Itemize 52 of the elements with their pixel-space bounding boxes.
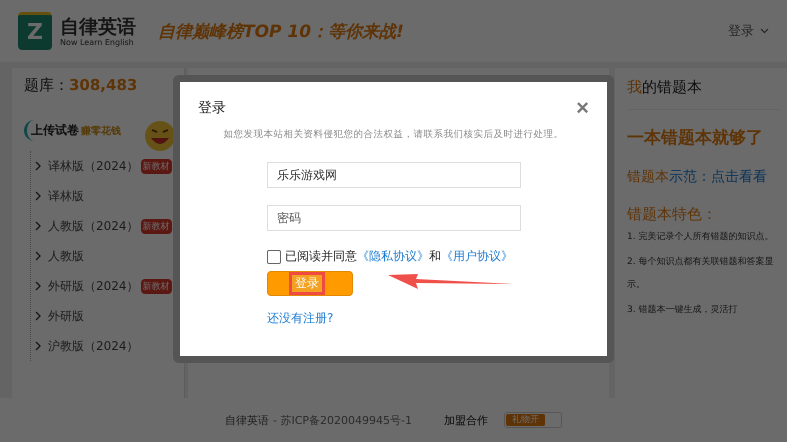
new-badge: 新教材 [140, 278, 172, 294]
feature-text: 1. 完美记录个人所有错题的知识点。 [627, 230, 774, 244]
notice-text: 如您发现本站相关资料侵犯您的合法权益，请联系我们核实后及时进行处理。 [222, 128, 564, 141]
chevron-icon [35, 311, 42, 321]
bank-label: 题库： [24, 76, 69, 94]
feature-text: 3. 错题本一键生成，灵活打 [627, 304, 738, 317]
promo-banner[interactable]: 自律巅峰榜TOP 10：等你来战! [158, 20, 404, 42]
demo-link[interactable]: 示范：点击看看 [669, 169, 767, 185]
bank-count: 308,483 [69, 76, 138, 94]
tree-item[interactable]: 译林版 [31, 181, 180, 211]
gift-toggle[interactable]: 礼物开 [504, 412, 562, 428]
logo-subtitle: Now Learn English [60, 38, 135, 46]
chevron-icon [35, 341, 42, 351]
password-field[interactable]: 密码 [267, 205, 521, 231]
new-badge: 新教材 [140, 158, 172, 174]
icp-number[interactable]: - 苏ICP备2020049945号-1 [273, 412, 412, 428]
chevron-icon [35, 251, 42, 261]
login-menu[interactable]: 登录 [728, 22, 769, 40]
username-field[interactable]: 乐乐游戏网 [267, 162, 521, 188]
tree-item[interactable]: 沪教版（2024） [31, 331, 180, 361]
title-accent: 我 [627, 78, 642, 96]
tree-item[interactable]: 人教版 [31, 241, 180, 271]
tree-item[interactable]: 人教版（2024） 新教材 [31, 211, 180, 241]
dialog-title: 登录 [198, 99, 226, 117]
agreement-checkbox[interactable] [267, 250, 281, 264]
panel-title: 的错题本 [642, 78, 702, 96]
logo-title: 自律英语 [60, 16, 136, 38]
agreement-text: 和 [429, 248, 441, 265]
chevron-icon [35, 221, 42, 231]
tree-item[interactable]: 译林版（2024） 新教材 [31, 151, 180, 181]
register-link[interactable]: 还没有注册? [267, 310, 557, 327]
chevron-icon [35, 281, 42, 291]
highlight-box: 登录 [292, 275, 322, 292]
feature-text: 2. 每个知识点都有关联错题和答案显示。 [627, 255, 774, 292]
new-badge: 新教材 [140, 218, 172, 234]
upload-banner[interactable]: 上传试卷 赚零花钱 [24, 120, 125, 141]
demo-label: 错题本 [627, 169, 669, 185]
caret-icon [760, 28, 769, 34]
site-name: 自律英语 [225, 412, 269, 428]
chevron-icon [35, 161, 42, 171]
tree-item[interactable]: 外研版 [31, 301, 180, 331]
features-heading: 错题本特色： [627, 205, 718, 224]
logo-icon: Z [18, 12, 52, 50]
agreement-text: 已阅读并同意 [285, 248, 357, 265]
login-button[interactable]: 登录 [267, 271, 353, 296]
partner-link[interactable]: 加盟合作 [444, 412, 488, 428]
privacy-link[interactable]: 《隐私协议》 [357, 248, 429, 265]
tree-item[interactable]: 外研版（2024） 新教材 [31, 271, 180, 301]
headline: 一本错题本就够了 [627, 127, 764, 149]
close-button[interactable]: × [576, 98, 589, 118]
user-agreement-link[interactable]: 《用户协议》 [441, 248, 513, 265]
chevron-icon [35, 191, 42, 201]
